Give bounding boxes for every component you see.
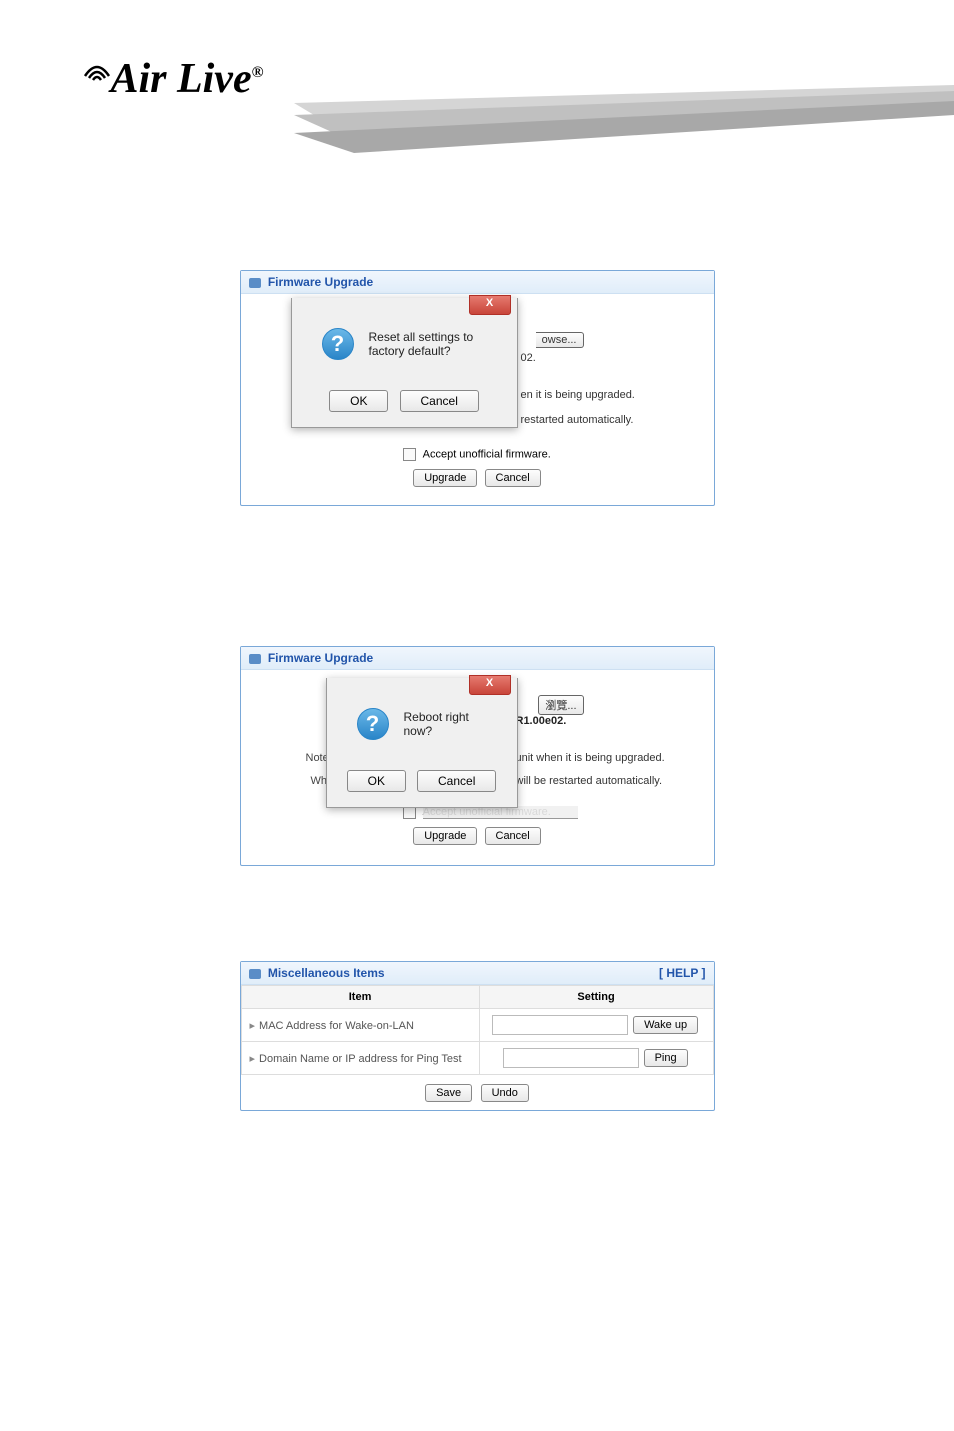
arrow-icon: ▸: [250, 1020, 256, 1032]
arrow-icon: ▸: [250, 1053, 256, 1065]
row-setting: Ping: [479, 1042, 713, 1075]
row-setting: Wake up: [479, 1009, 713, 1042]
note-restart: will be restarted automatically.: [516, 775, 663, 787]
help-link[interactable]: [ HELP ]: [659, 966, 705, 980]
page-content: Firmware Upgrade owse... 02. en it is be…: [0, 130, 954, 1431]
close-icon: X: [486, 677, 493, 689]
header-swoosh: [294, 85, 954, 165]
panel-button-row: Upgrade Cancel: [251, 819, 704, 853]
page-header: Air Live®: [0, 0, 954, 130]
dialog-message: Reset all settings to factory default?: [369, 330, 487, 358]
col-item: Item: [241, 986, 479, 1009]
cancel-button[interactable]: Cancel: [485, 469, 541, 487]
firmware-version: R1.00e02.: [516, 715, 567, 727]
row-label: ▸MAC Address for Wake-on-LAN: [241, 1009, 479, 1042]
panel-body: 瀏覽... R1.00e02. Note Wh unit when it is …: [241, 670, 714, 865]
speech-icon: [249, 278, 261, 288]
firmware-upgrade-panel-reset: Firmware Upgrade owse... 02. en it is be…: [240, 270, 715, 506]
close-button[interactable]: X: [469, 295, 511, 315]
close-icon: X: [486, 297, 493, 309]
table-header-row: Item Setting: [241, 986, 713, 1009]
save-button[interactable]: Save: [425, 1084, 472, 1102]
browse-button[interactable]: 瀏覽...: [538, 695, 583, 715]
wake-up-button[interactable]: Wake up: [633, 1016, 698, 1034]
reboot-confirm-dialog: X ? Reboot right now? OK Cancel: [326, 678, 518, 808]
misc-table: Item Setting ▸MAC Address for Wake-on-LA…: [241, 985, 714, 1075]
ok-button[interactable]: OK: [329, 390, 388, 412]
ping-host-input[interactable]: [503, 1048, 639, 1068]
dialog-message: Reboot right now?: [404, 710, 487, 738]
firmware-upgrade-panel-reboot: Firmware Upgrade 瀏覽... R1.00e02. Note Wh…: [240, 646, 715, 866]
note-upgrading-partial: en it is being upgraded.: [521, 389, 635, 401]
firmware-version-partial: 02.: [521, 352, 536, 364]
panel-header: Miscellaneous Items [ HELP ]: [241, 962, 714, 985]
note-restart-partial: restarted automatically.: [521, 414, 634, 426]
browse-button-partial[interactable]: owse...: [536, 332, 584, 348]
speech-icon: [249, 654, 261, 664]
cancel-button[interactable]: Cancel: [417, 770, 496, 792]
speech-icon: [249, 969, 261, 979]
col-setting: Setting: [479, 986, 713, 1009]
question-icon: ?: [322, 328, 354, 360]
undo-button[interactable]: Undo: [481, 1084, 529, 1102]
upgrade-button[interactable]: Upgrade: [413, 827, 477, 845]
close-button[interactable]: X: [469, 675, 511, 695]
miscellaneous-items-panel: Miscellaneous Items [ HELP ] Item Settin…: [240, 961, 715, 1111]
unofficial-firmware-checkbox[interactable]: [403, 448, 416, 461]
panel-header: Firmware Upgrade: [241, 271, 714, 294]
table-row: ▸Domain Name or IP address for Ping Test…: [241, 1042, 713, 1075]
table-row: ▸MAC Address for Wake-on-LAN Wake up: [241, 1009, 713, 1042]
footer-space: [90, 1111, 864, 1411]
panel-button-row: Save Undo: [241, 1075, 714, 1110]
question-icon: ?: [357, 708, 389, 740]
dialog-button-row: OK Cancel: [292, 380, 517, 427]
airlive-logo: Air Live®: [82, 55, 264, 103]
unofficial-firmware-label: Accept unofficial firmware.: [423, 448, 551, 460]
cancel-button[interactable]: Cancel: [485, 827, 541, 845]
panel-title: Miscellaneous Items: [268, 966, 385, 980]
panel-title: Firmware Upgrade: [268, 651, 373, 665]
ok-button[interactable]: OK: [347, 770, 406, 792]
ping-button[interactable]: Ping: [644, 1049, 688, 1067]
upgrade-button[interactable]: Upgrade: [413, 469, 477, 487]
note-upgrading: unit when it is being upgraded.: [516, 752, 665, 764]
wol-mac-input[interactable]: [492, 1015, 628, 1035]
reset-confirm-dialog: X ? Reset all settings to factory defaul…: [291, 298, 518, 428]
row-label: ▸Domain Name or IP address for Ping Test: [241, 1042, 479, 1075]
wifi-icon: [82, 56, 112, 89]
panel-title: Firmware Upgrade: [268, 275, 373, 289]
logo-text: Air Live®: [110, 56, 263, 102]
unofficial-firmware-row: Accept unofficial firmware.: [251, 448, 704, 461]
panel-button-row: Upgrade Cancel: [251, 461, 704, 495]
dialog-button-row: OK Cancel: [327, 760, 517, 807]
cancel-button[interactable]: Cancel: [400, 390, 479, 412]
panel-body: owse... 02. en it is being upgraded. res…: [241, 294, 714, 505]
panel-header: Firmware Upgrade: [241, 647, 714, 670]
